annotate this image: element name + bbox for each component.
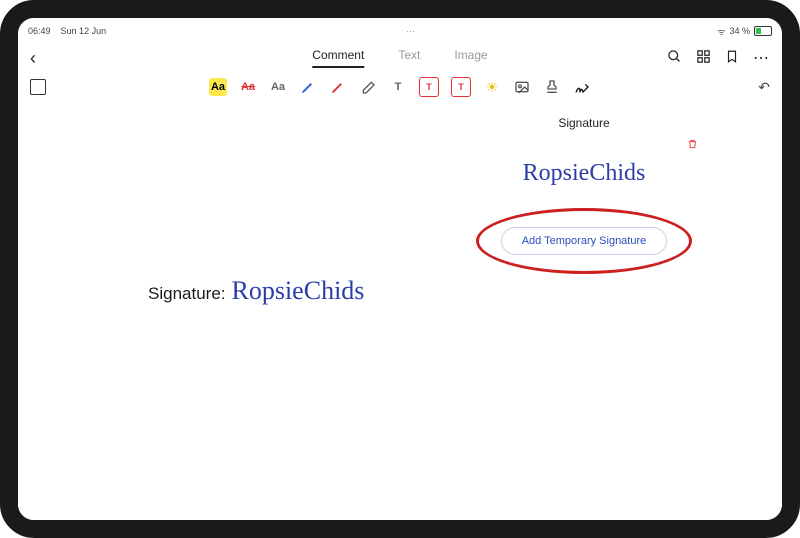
- stamp-tool[interactable]: [543, 78, 561, 96]
- undo-button[interactable]: ↶: [758, 79, 770, 96]
- add-temporary-signature-button[interactable]: Add Temporary Signature: [501, 227, 668, 255]
- highlight-tool[interactable]: Aa: [209, 78, 227, 96]
- battery-text: 34 %: [729, 26, 750, 36]
- callout-tool-2[interactable]: T: [451, 77, 471, 97]
- grid-icon[interactable]: [696, 49, 711, 67]
- strikeout-tool[interactable]: Aa: [239, 78, 257, 96]
- callout-tool-1[interactable]: T: [419, 77, 439, 97]
- tab-comment[interactable]: Comment: [312, 48, 364, 68]
- select-tool-icon[interactable]: [30, 79, 46, 95]
- tab-image[interactable]: Image: [454, 48, 487, 68]
- eraser-tool[interactable]: [359, 78, 377, 96]
- more-icon[interactable]: ⋯: [753, 48, 770, 68]
- wifi-icon: ᯤ: [717, 25, 725, 38]
- document-signature-line: Signature: RopsieChids: [148, 276, 364, 306]
- signature-panel: Signature RopsieChids Add Temporary Sign…: [474, 116, 694, 255]
- back-button[interactable]: ‹: [30, 48, 50, 69]
- document-canvas[interactable]: Signature RopsieChids Add Temporary Sign…: [18, 102, 782, 520]
- saved-signature-preview[interactable]: RopsieChids: [482, 156, 686, 191]
- signature-field-label: Signature:: [148, 284, 226, 304]
- bookmark-icon[interactable]: [725, 49, 739, 67]
- delete-signature-icon[interactable]: [687, 138, 698, 153]
- pen-blue-tool[interactable]: [299, 78, 317, 96]
- status-center-dots: ⋯: [406, 26, 417, 37]
- battery-icon: [754, 26, 772, 36]
- search-icon[interactable]: [667, 49, 682, 67]
- pen-red-tool[interactable]: [329, 78, 347, 96]
- signature-field-value[interactable]: RopsieChids: [232, 276, 365, 306]
- status-date: Sun 12 Jun: [61, 26, 107, 36]
- text-style-tool[interactable]: Aa: [269, 78, 287, 96]
- mode-tabs: Comment Text Image: [312, 48, 487, 68]
- tab-text[interactable]: Text: [398, 48, 420, 68]
- signature-panel-title: Signature: [474, 116, 694, 130]
- textbox-tool[interactable]: T: [389, 78, 407, 96]
- annotation-toolbar: Aa Aa Aa T T T ☀: [209, 77, 591, 97]
- saved-signature-card[interactable]: RopsieChids: [474, 148, 694, 199]
- note-tool[interactable]: ☀: [483, 78, 501, 96]
- status-time: 06:49: [28, 26, 51, 36]
- image-tool[interactable]: [513, 78, 531, 96]
- signature-tool[interactable]: [573, 78, 591, 96]
